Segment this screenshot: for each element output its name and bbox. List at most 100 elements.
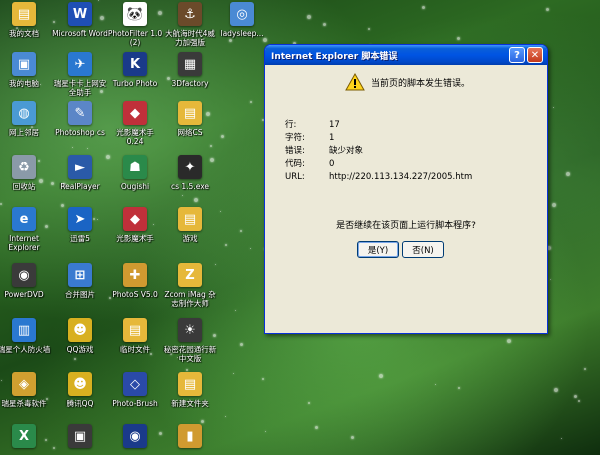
internet-explorer-icon: e (12, 207, 36, 231)
desktop-icon-ruixing-antivirus[interactable]: ◈ 瑞星杀毒软件 (0, 372, 52, 408)
desktop-icon-dahanghai[interactable]: ⚓ 大航海时代4威力加强版 (162, 2, 218, 47)
desktop-icon-label: 瑞星卡卡上网安全助手 (53, 79, 107, 97)
desktop-icon-label: 腾讯QQ (66, 399, 94, 408)
water-drop (201, 420, 204, 423)
close-button[interactable]: ✕ (527, 47, 543, 63)
zcom-imag-icon: Z (178, 263, 202, 287)
desktop-icon-turbo-photo[interactable]: K Turbo Photo (107, 52, 163, 88)
water-drop (435, 384, 436, 385)
water-drop (574, 395, 577, 398)
mimi-huayuan-icon: ☀ (178, 318, 202, 342)
desktop-icon-excel[interactable]: X (0, 424, 52, 451)
desktop-icon-photofilter[interactable]: 🐼 PhotoFilter 1.0 (2) (107, 2, 163, 47)
desktop-icon-ms-word[interactable]: W Microsoft Word (52, 2, 108, 38)
guangying-icon: ◆ (123, 207, 147, 231)
desktop-icon-tencent-qq[interactable]: ☻ 腾讯QQ (52, 372, 108, 408)
desktop-icon-network[interactable]: ◍ 网上邻居 (0, 101, 52, 137)
icon-r8-3-icon: ◉ (123, 424, 147, 448)
water-drop (546, 8, 549, 11)
excel-icon: X (12, 424, 36, 448)
ladysleep-icon: ◎ (230, 2, 254, 26)
realplayer-icon: ► (68, 155, 92, 179)
desktop-icon-ladysleep[interactable]: ◎ ladysleep... (214, 2, 270, 38)
desktop-icon-new-folder[interactable]: ▤ 新建文件夹 (162, 372, 218, 408)
detail-row: URL: http://220.113.134.227/2005.htm (285, 171, 472, 184)
desktop-icon-ruixing-firewall[interactable]: ▥ 瑞星个人防火墙 (0, 318, 52, 354)
my-documents-icon: ▤ (12, 2, 36, 26)
detail-value: 17 (329, 120, 340, 130)
desktop-icon-cs15[interactable]: ✦ cs 1.5.exe (162, 155, 218, 191)
desktop-icon-xunlei[interactable]: ➤ 迅雷5 (52, 207, 108, 243)
water-drop (379, 374, 383, 378)
desktop-icon-wangluo-cs[interactable]: ▤ 网络CS (162, 101, 218, 137)
desktop-icon-youxi[interactable]: ▤ 游戏 (162, 207, 218, 243)
desktop-icon-mimi-huayuan[interactable]: ☀ 秘密花园通行新中文版 (162, 318, 218, 363)
water-drop (351, 436, 354, 439)
detail-value: http://220.113.134.227/2005.htm (329, 172, 473, 182)
desktop-icon-photo-brush[interactable]: ◇ Photo-Brush (107, 372, 163, 408)
desktop-icon-my-computer[interactable]: ▣ 我的电脑 (0, 52, 52, 88)
desktop-icon-qq-game[interactable]: ☻ QQ游戏 (52, 318, 108, 354)
desktop-icon-ougishi[interactable]: ☗ Ougishi (107, 155, 163, 191)
icon-r8-2-icon: ▣ (68, 424, 92, 448)
water-drop (263, 38, 267, 42)
desktop-icon-label: 光影魔术手 (116, 234, 154, 243)
desktop-icon-label: 瑞星杀毒软件 (1, 399, 47, 408)
desktop-icon-label: PhotoS V5.0 (112, 290, 158, 299)
water-drop (422, 6, 425, 9)
desktop-icon-label: 瑞星个人防火墙 (0, 345, 51, 354)
desktop-icon-hebing-tupian[interactable]: ⊞ 合并图片 (52, 263, 108, 299)
desktop-icon-icon-r8-2[interactable]: ▣ (52, 424, 108, 451)
water-drop (229, 39, 232, 42)
water-drop (561, 438, 562, 439)
desktop-icon-label: 网络CS (177, 128, 203, 137)
desktop-icon-label: Microsoft Word (52, 29, 108, 38)
desktop-icon-realplayer[interactable]: ► RealPlayer (52, 155, 108, 191)
desktop-icon-label: QQ游戏 (66, 345, 94, 354)
desktop-icon-label: 新建文件夹 (171, 399, 209, 408)
desktop-icon-ruixing-card[interactable]: ✈ 瑞星卡卡上网安全助手 (52, 52, 108, 97)
ruixing-antivirus-icon: ◈ (12, 372, 36, 396)
desktop-icon-3dfactory[interactable]: ▦ 3Dfactory (162, 52, 218, 88)
dahanghai-icon: ⚓ (178, 2, 202, 26)
water-drop (262, 378, 264, 380)
icon-r8-4-icon: ▮ (178, 424, 202, 448)
recycle-bin-icon: ♻ (12, 155, 36, 179)
water-drop (368, 28, 370, 30)
water-drop (250, 248, 251, 249)
ruixing-firewall-icon: ▥ (12, 318, 36, 342)
help-button[interactable]: ? (509, 47, 525, 63)
desktop-icon-powerdvd[interactable]: ◉ PowerDVD (0, 263, 52, 299)
desktop-icon-linshi-wenjian[interactable]: ▤ 临时文件 (107, 318, 163, 354)
no-button[interactable]: 否(N) (402, 241, 444, 258)
detail-value: 1 (329, 133, 335, 143)
desktop-icon-recycle-bin[interactable]: ♻ 回收站 (0, 155, 52, 191)
desktop-icon-icon-r8-4[interactable]: ▮ (162, 424, 218, 451)
dialog-titlebar[interactable]: Internet Explorer 脚本错误 ? ✕ (265, 45, 547, 65)
desktop-icon-my-documents[interactable]: ▤ 我的文档 (0, 2, 52, 38)
desktop-icon-label: 光影魔术手 0.24 (116, 128, 154, 146)
desktop-icon-label: Photo-Brush (112, 399, 158, 408)
photo-brush-icon: ◇ (123, 372, 147, 396)
guangying-024-icon: ◆ (123, 101, 147, 125)
desktop-icon-zcom-imag[interactable]: Z Zcom iMag 杂志制作大师 (162, 263, 218, 308)
desktop-icon-label: PhotoFilter 1.0 (2) (107, 29, 163, 47)
xunlei-icon: ➤ (68, 207, 92, 231)
desktop-icon-photoshop-cs[interactable]: ✎ Photoshop cs (52, 101, 108, 137)
yes-button[interactable]: 是(Y) (357, 241, 399, 258)
desktop-icon-guangying-024[interactable]: ◆ 光影魔术手 0.24 (107, 101, 163, 146)
desktop-icon-label: 我的电脑 (9, 79, 39, 88)
script-error-dialog: Internet Explorer 脚本错误 ? ✕ 当前页的脚本发生错误。 行… (264, 44, 548, 334)
desktop-icon-label: Ougishi (120, 182, 150, 191)
water-drop (220, 211, 221, 212)
desktop-icon-label: Turbo Photo (112, 79, 158, 88)
desktop-icon-photo-v5[interactable]: ✚ PhotoS V5.0 (107, 263, 163, 299)
desktop-icon-internet-explorer[interactable]: e Internet Explorer (0, 207, 52, 252)
desktop-icon-guangying[interactable]: ◆ 光影魔术手 (107, 207, 163, 243)
wangluo-cs-icon: ▤ (178, 101, 202, 125)
desktop-icon-label: cs 1.5.exe (170, 182, 210, 191)
water-drop (240, 230, 242, 232)
cs15-icon: ✦ (178, 155, 202, 179)
desktop-icon-icon-r8-3[interactable]: ◉ (107, 424, 163, 451)
desktop-icon-label: Photoshop cs (55, 128, 105, 137)
